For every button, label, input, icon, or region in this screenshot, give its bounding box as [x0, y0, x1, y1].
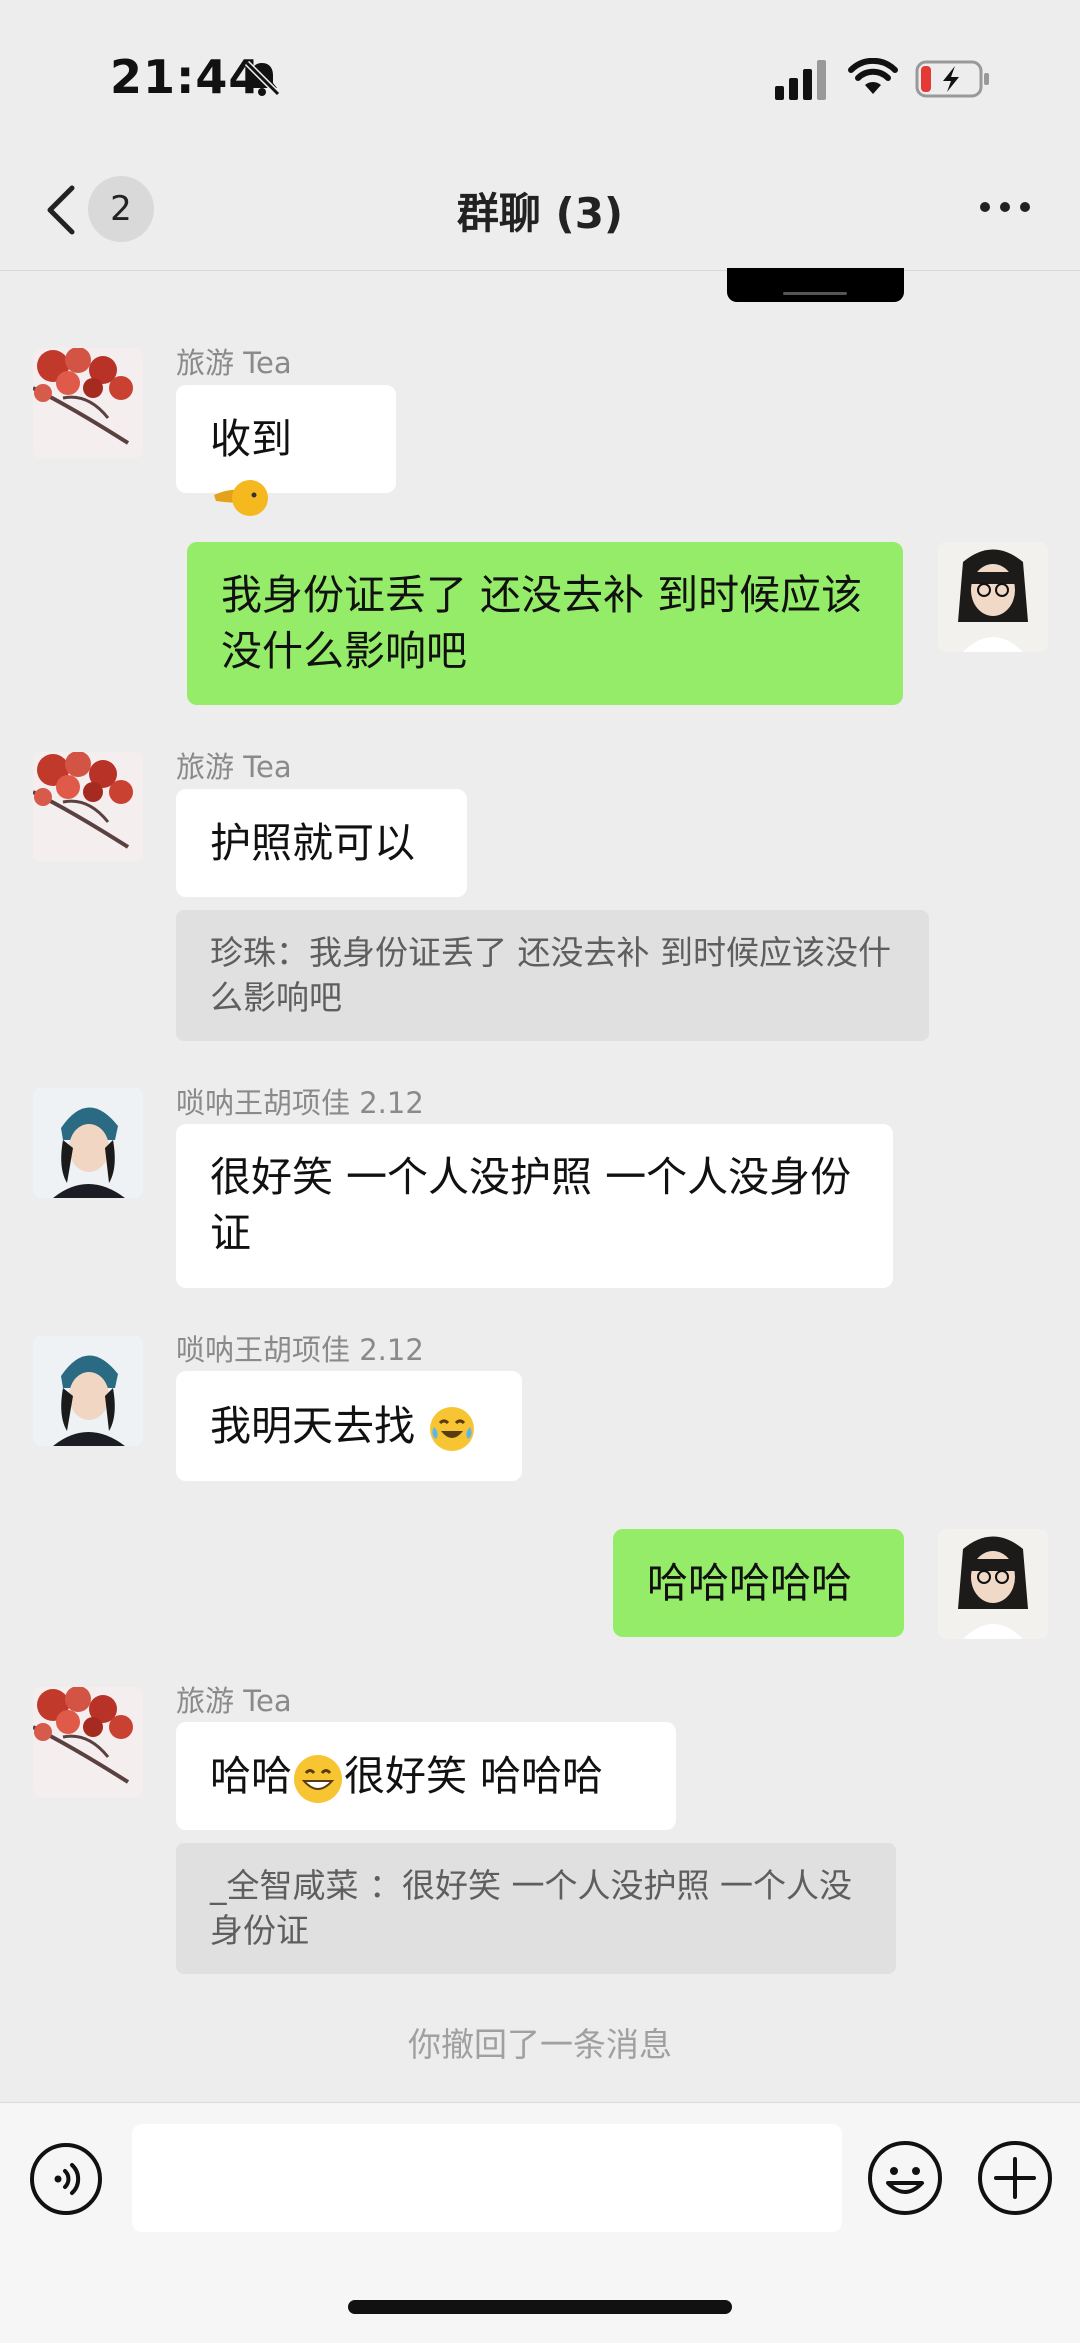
message-text: 很好笑 一个人没护照 一个人没身份证 — [210, 1153, 852, 1257]
sender-name: 旅游 Tea — [176, 1684, 292, 1718]
message-bubble[interactable]: 护照就可以 — [176, 789, 467, 897]
sender-name: 唢呐王胡项佳 2.12 — [176, 1333, 424, 1367]
more-icon[interactable] — [975, 192, 1035, 222]
avatar-image — [938, 542, 1048, 652]
chat-header: 2 群聊 (3) — [0, 150, 1080, 271]
floating-window-tab[interactable] — [727, 268, 904, 302]
voice-icon[interactable] — [28, 2141, 104, 2217]
message-text: 很好笑 哈哈哈 — [344, 1752, 604, 1800]
chat-title: 群聊 (3) — [456, 189, 624, 238]
status-bar: 21:44 — [0, 0, 1080, 150]
recall-notice: 你撤回了一条消息 — [408, 2025, 672, 2064]
pointing-hand-emoji-icon — [214, 480, 268, 516]
sender-name: 旅游 Tea — [176, 750, 292, 784]
bell-slash-icon — [244, 60, 281, 97]
message-bubble-outgoing[interactable]: 我身份证丢了 还没去补 到时候应该没什么影响吧 — [187, 542, 903, 705]
avatar-travel-tea[interactable] — [33, 1687, 143, 1797]
emoji-icon[interactable] — [866, 2139, 944, 2217]
sender-name: 旅游 Tea — [176, 346, 292, 380]
message-text: 我身份证丢了 还没去补 到时候应该没什么影响吧 — [221, 571, 863, 675]
avatar-image — [938, 1529, 1048, 1639]
avatar-image — [33, 1336, 143, 1446]
avatar-suona-king[interactable] — [33, 1336, 143, 1446]
home-indicator[interactable] — [348, 2300, 732, 2314]
plus-icon[interactable] — [976, 2139, 1054, 2217]
battery-icon — [915, 60, 989, 98]
grinning-emoji-icon — [294, 1755, 342, 1803]
message-text: 收到 — [210, 415, 292, 463]
message-text: 哈哈 — [210, 1752, 292, 1800]
message-bubble-outgoing[interactable]: 哈哈哈哈哈 — [613, 1529, 904, 1637]
avatar-me[interactable] — [938, 542, 1048, 652]
message-bubble[interactable]: 收到 — [176, 385, 396, 516]
avatar-image — [33, 348, 143, 458]
message-bubble[interactable]: 哈哈 很好笑 哈哈哈 — [176, 1722, 676, 1830]
signal-icon — [775, 60, 826, 100]
message-text: 哈哈哈哈哈 — [647, 1559, 852, 1607]
message-text: 护照就可以 — [210, 819, 415, 867]
crying-laughing-emoji-icon — [430, 1407, 475, 1451]
wifi-icon — [848, 58, 898, 94]
avatar-travel-tea[interactable] — [33, 348, 143, 458]
message-input[interactable] — [132, 2124, 842, 2232]
message-text: 我明天去找 — [210, 1402, 415, 1450]
avatar-image — [33, 1687, 143, 1797]
avatar-travel-tea[interactable] — [33, 752, 143, 862]
avatar-me[interactable] — [938, 1529, 1048, 1639]
avatar-suona-king[interactable] — [33, 1088, 143, 1198]
quoted-message[interactable]: 珍珠：我身份证丢了 还没去补 到时候应该没什么影响吧 — [176, 910, 929, 1041]
message-bubble[interactable]: 我明天去找 — [176, 1371, 522, 1481]
status-time: 21:44 — [110, 50, 262, 104]
message-bubble[interactable]: 很好笑 一个人没护照 一个人没身份证 — [176, 1124, 893, 1288]
quoted-message[interactable]: _全智咸菜 ：很好笑 一个人没护照 一个人没身份证 — [176, 1843, 896, 1974]
avatar-image — [33, 1088, 143, 1198]
sender-name: 唢呐王胡项佳 2.12 — [176, 1086, 424, 1120]
avatar-image — [33, 752, 143, 862]
